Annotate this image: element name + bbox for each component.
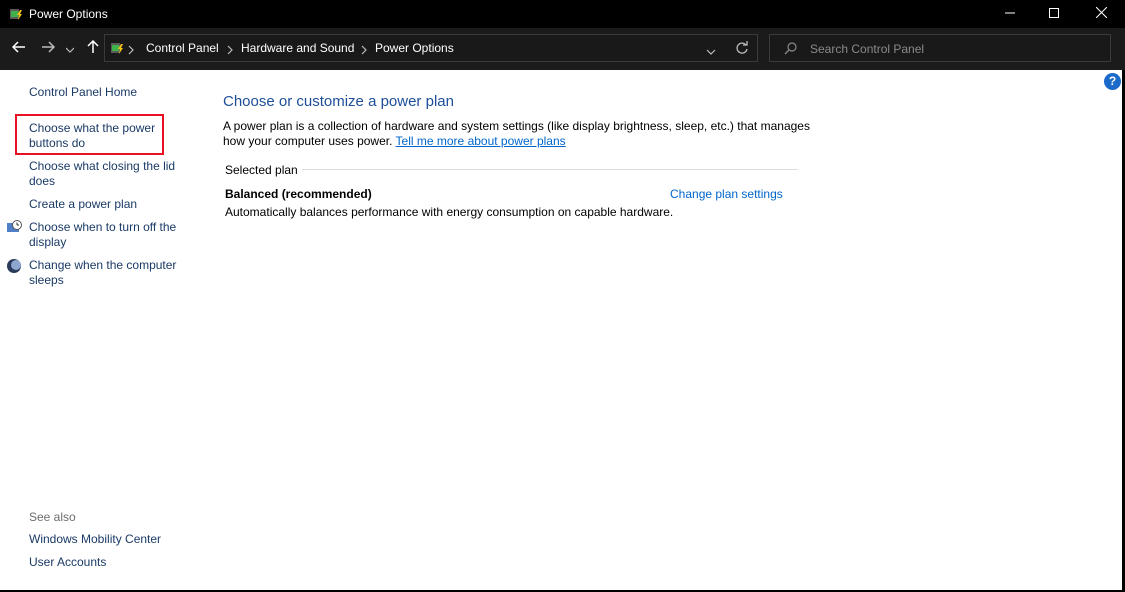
learn-more-link[interactable]: Tell me more about power plans [396,134,566,148]
sidebar-item-power-buttons[interactable]: Choose what the power buttons do [29,121,155,151]
sleep-moon-icon [6,258,22,274]
see-also-heading: See also [29,510,76,524]
selected-plan-label: Selected plan [225,163,298,177]
forward-button[interactable] [37,38,59,60]
see-also-user-accounts[interactable]: User Accounts [29,555,106,570]
maximize-button[interactable] [1031,0,1077,28]
control-panel-icon [109,40,125,56]
see-also-mobility-center[interactable]: Windows Mobility Center [29,532,161,547]
plan-name: Balanced (recommended) [225,187,372,201]
sidebar-item-label: Choose what the power [29,121,156,135]
search-input[interactable]: Search Control Panel [769,34,1111,62]
sidebar-item-label: sleeps [29,273,64,287]
chevron-right-icon [127,43,137,55]
arrow-up-icon [86,39,100,59]
recent-locations-button[interactable] [63,38,77,60]
sidebar-item-create-plan[interactable]: Create a power plan [29,197,137,212]
section-divider [302,169,798,170]
minimize-button[interactable] [987,0,1033,28]
sidebar-item-label: buttons do [29,136,86,150]
change-plan-settings-link[interactable]: Change plan settings [670,187,783,201]
minimize-icon [1005,5,1015,23]
navigation-bar: Control Panel Hardware and Sound Power O… [0,28,1125,70]
sidebar-item-label: Create a power plan [29,197,138,211]
content-area: ? Control Panel Home Choose what the pow… [0,70,1122,590]
display-schedule-icon [6,220,22,236]
title-bar: Power Options [0,0,1125,28]
plan-description: Automatically balances performance with … [225,205,674,219]
chevron-down-icon [65,40,75,58]
search-icon [784,42,797,60]
search-placeholder: Search Control Panel [810,42,925,56]
arrow-left-icon [11,40,26,59]
sidebar-item-closing-lid[interactable]: Choose what closing the lid does [29,159,175,189]
up-button[interactable] [82,38,104,60]
sidebar-item-label: does [29,174,56,188]
refresh-icon[interactable] [735,41,749,60]
page-title: Choose or customize a power plan [223,93,454,110]
sidebar-item-label: Change when the computer [29,258,177,272]
sidebar-item-label: Choose what closing the lid [29,159,176,173]
sidebar-item-computer-sleeps[interactable]: Change when the computer sleeps [29,258,176,288]
breadcrumb-power-options[interactable]: Power Options [375,41,454,55]
maximize-icon [1049,5,1059,23]
arrow-right-icon [41,40,56,59]
sidebar-item-control-panel-home[interactable]: Control Panel Home [29,85,137,100]
address-dropdown-icon[interactable] [706,44,716,62]
sidebar-item-turn-off-display[interactable]: Choose when to turn off the display [29,220,176,250]
sidebar-item-label: Choose when to turn off the [29,220,177,234]
window-title: Power Options [29,7,108,21]
address-box[interactable]: Control Panel Hardware and Sound Power O… [104,34,758,62]
breadcrumb-control-panel[interactable]: Control Panel [146,41,219,55]
close-button[interactable] [1078,0,1124,28]
help-icon[interactable]: ? [1104,73,1121,90]
back-button[interactable] [8,38,30,60]
chevron-right-icon [226,43,236,55]
close-icon [1095,5,1107,23]
description-line-2: how your computer uses power. [223,134,393,148]
sidebar-item-label: display [29,235,67,249]
description-line-1: A power plan is a collection of hardware… [223,119,810,133]
power-options-icon [8,6,24,22]
page-description: A power plan is a collection of hardware… [223,119,813,149]
breadcrumb-hardware-and-sound[interactable]: Hardware and Sound [241,41,354,55]
chevron-right-icon [360,43,370,55]
